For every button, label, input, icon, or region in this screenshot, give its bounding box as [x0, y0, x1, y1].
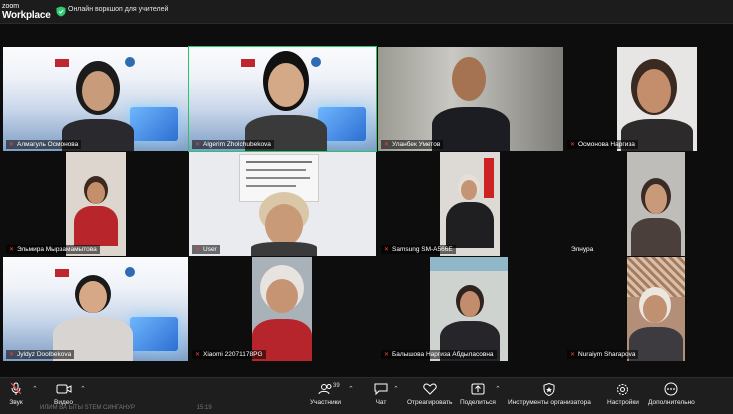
chat-icon — [373, 382, 389, 396]
mic-muted-icon: ✕ — [9, 246, 15, 253]
video-tile[interactable]: ✕ Осмонова Наргиза — [564, 47, 732, 151]
participant-video — [430, 257, 508, 361]
video-tile[interactable]: ✕ Jyldyz Doolbekova — [3, 257, 188, 361]
chat-label: Чат — [375, 399, 387, 406]
participant-name-label: ✕ Xiaomi 22071178PG — [192, 350, 266, 359]
participant-video — [627, 257, 685, 361]
participant-name-label: ✕ Samsung SM-A566E — [381, 245, 456, 254]
participants-count: 39 — [333, 383, 340, 389]
participant-name: Элнура — [571, 246, 594, 253]
participant-video — [440, 152, 500, 256]
settings-icon — [615, 382, 631, 396]
video-tile[interactable]: ✕ Xiaomi 22071178PG — [189, 257, 376, 361]
participant-name-label: Элнура — [568, 245, 596, 254]
mic-muted-icon: ✕ — [9, 351, 15, 358]
participant-name-label: ✕ User — [192, 245, 220, 254]
participant-name: Xiaomi 22071178PG — [203, 351, 263, 358]
video-tile[interactable]: ✕ Алмагуль Осмонова — [3, 47, 188, 151]
more-icon — [663, 382, 679, 396]
meeting-title: Онлайн воркшоп для учителей — [68, 6, 169, 13]
participant-video — [251, 192, 317, 256]
participant-video — [66, 152, 126, 256]
participant-name: User — [203, 246, 217, 253]
participant-name: Nuraiym Sharapova — [578, 351, 636, 358]
share-icon — [470, 382, 486, 396]
mic-muted-icon: ✕ — [384, 351, 390, 358]
participant-video — [426, 53, 516, 151]
more-label: Дополнительно — [648, 399, 695, 406]
host-tools-icon — [541, 382, 557, 396]
react-button[interactable]: Отреагировать — [407, 382, 452, 406]
react-label: Отреагировать — [407, 399, 453, 406]
mic-muted-icon: ✕ — [570, 351, 576, 358]
settings-button[interactable]: Настройки — [607, 382, 639, 406]
video-button[interactable]: Видео — [54, 382, 73, 406]
share-button[interactable]: Поделиться — [460, 382, 496, 406]
mic-muted-icon: ✕ — [195, 141, 201, 148]
participant-name: Осмонова Наргиза — [578, 141, 635, 148]
participants-label: Участники — [310, 399, 342, 406]
video-tile[interactable]: ✕ Уланбек Уметов — [378, 47, 563, 151]
participant-name-label: ✕ Алмагуль Осмонова — [6, 140, 82, 149]
react-icon — [422, 382, 438, 396]
video-tile[interactable]: Элнура — [564, 152, 732, 256]
participants-options-caret[interactable]: ⌃ — [348, 385, 354, 393]
participant-name: Samsung SM-A566E — [392, 246, 453, 253]
mic-muted-icon: ✕ — [195, 351, 201, 358]
video-tile[interactable]: ✕ Samsung SM-A566E — [378, 152, 563, 256]
mic-muted-icon: ✕ — [195, 246, 201, 253]
zoom-workplace-logo: zoom Workplace — [2, 2, 51, 21]
video-tile[interactable]: ✕ Балышова Наргиза Абдыласовна — [378, 257, 563, 361]
underlying-window-text: ИЛИМ ВА ЫТЫ STEM СИНГАНУР — [40, 405, 135, 411]
underlying-window-time: 15:19 — [196, 405, 212, 411]
more-button[interactable]: Дополнительно — [648, 382, 695, 406]
participant-video — [617, 47, 697, 151]
security-icon[interactable] — [56, 6, 66, 17]
participant-name-label: ✕ Балышова Наргиза Абдыласовна — [381, 350, 497, 359]
participant-video — [627, 152, 685, 256]
video-gallery: ✕ Алмагуль Осмонова ✕ Algerim Zholchubek… — [0, 24, 733, 377]
participant-name: Эльмира Мырзамамытова — [17, 246, 97, 253]
mic-muted-icon — [8, 382, 24, 396]
audio-options-caret[interactable]: ⌃ — [32, 385, 38, 393]
logo-line2: Workplace — [2, 10, 51, 21]
participant-name: Балышова Наргиза Абдыласовна — [392, 351, 494, 358]
video-tile[interactable]: ✕ Эльмира Мырзамамытова — [3, 152, 188, 256]
host-tools-label: Инструменты организатора — [508, 399, 591, 406]
underlying-window-strip: ИЛИМ ВА ЫТЫ STEM СИНГАНУР 15:19 — [40, 405, 212, 411]
host-tools-button[interactable]: Инструменты организатора — [508, 382, 591, 406]
chat-button[interactable]: Чат — [373, 382, 389, 406]
settings-label: Настройки — [607, 399, 639, 406]
chat-options-caret[interactable]: ⌃ — [393, 385, 399, 393]
mic-muted-icon: ✕ — [570, 141, 576, 148]
participant-name-label: ✕ Algerim Zholchubekova — [192, 140, 274, 149]
participant-video — [58, 53, 138, 151]
participant-name-label: ✕ Jyldyz Doolbekova — [6, 350, 75, 359]
participant-video — [252, 257, 312, 361]
video-icon — [56, 382, 72, 396]
audio-button[interactable]: Звук — [8, 382, 24, 406]
share-label: Поделиться — [460, 399, 496, 406]
video-tile[interactable]: ✕ User — [189, 152, 376, 256]
mic-muted-icon: ✕ — [9, 141, 15, 148]
participant-name-label: ✕ Эльмира Мырзамамытова — [6, 245, 100, 254]
video-tile[interactable]: ✕ Nuraiym Sharapova — [564, 257, 732, 361]
participant-video — [53, 271, 133, 361]
audio-label: Звук — [9, 399, 23, 406]
participants-icon — [318, 382, 334, 396]
video-tile-active-speaker[interactable]: ✕ Algerim Zholchubekova — [188, 46, 377, 152]
title-bar: zoom Workplace Онлайн воркшоп для учител… — [0, 0, 733, 24]
participant-name: Уланбек Уметов — [392, 141, 441, 148]
participant-name: Алмагуль Осмонова — [17, 141, 79, 148]
mic-muted-icon: ✕ — [384, 246, 390, 253]
video-options-caret[interactable]: ⌃ — [80, 385, 86, 393]
participant-name: Jyldyz Doolbekova — [17, 351, 72, 358]
share-options-caret[interactable]: ⌃ — [495, 385, 501, 393]
mic-muted-icon: ✕ — [384, 141, 390, 148]
participant-name-label: ✕ Nuraiym Sharapova — [567, 350, 639, 359]
participant-video — [241, 49, 331, 151]
participant-name: Algerim Zholchubekova — [203, 141, 271, 148]
participant-name-label: ✕ Уланбек Уметов — [381, 140, 444, 149]
participant-name-label: ✕ Осмонова Наргиза — [567, 140, 638, 149]
